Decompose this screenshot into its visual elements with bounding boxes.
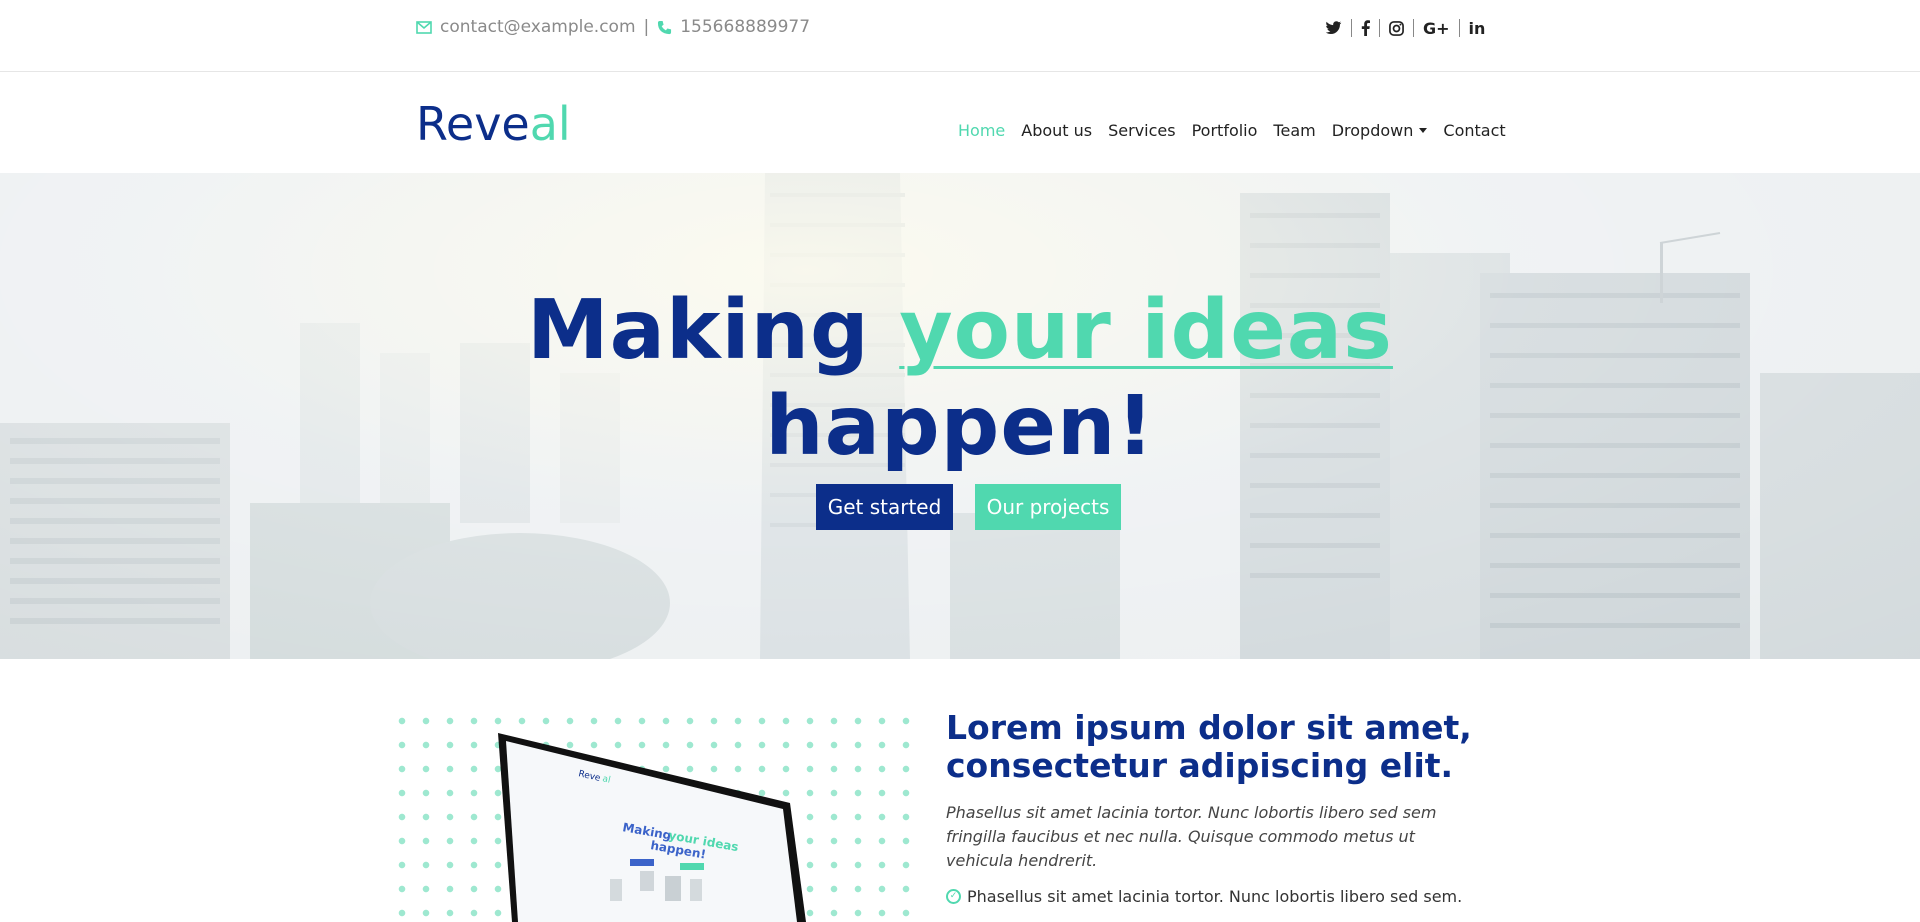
social-links: G+ in: [1316, 16, 1494, 40]
twitter-icon[interactable]: [1316, 16, 1351, 40]
nav-item-about[interactable]: About us: [1013, 121, 1100, 140]
linkedin-icon[interactable]: in: [1460, 16, 1495, 40]
nav-item-services[interactable]: Services: [1100, 121, 1183, 140]
check-circle-icon: ✓: [946, 888, 961, 904]
phone-icon: [657, 20, 672, 35]
brand-logo-main: Reve: [416, 97, 530, 151]
nav-item-portfolio[interactable]: Portfolio: [1184, 121, 1266, 140]
list-item-text: Phasellus sit amet lacinia tortor. Nunc …: [967, 886, 1463, 906]
our-projects-button[interactable]: Our projects: [975, 484, 1121, 530]
contact-phone[interactable]: 155668889977: [680, 17, 810, 37]
about-lead: Phasellus sit amet lacinia tortor. Nunc …: [946, 803, 1437, 870]
hero-section: Making your ideas happen! Get started Ou…: [0, 173, 1920, 659]
main-header: Reveal Home About us Services Portfolio …: [0, 73, 1920, 173]
main-nav: Home About us Services Portfolio Team Dr…: [950, 121, 1514, 140]
chevron-down-icon: [1419, 128, 1428, 133]
about-section: Reve al Making your ideas happen! Lorem …: [0, 659, 1920, 922]
brand-logo-accent: al: [529, 97, 571, 151]
instagram-icon[interactable]: [1380, 16, 1413, 40]
nav-item-home[interactable]: Home: [950, 121, 1013, 140]
top-bar: contact@example.com | 155668889977 G+ in: [0, 0, 1920, 72]
list-item: ✓ Phasellus sit amet lacinia tortor. Nun…: [946, 884, 1462, 908]
hero-title-end: happen!: [765, 379, 1155, 474]
about-feature-list: ✓ Phasellus sit amet lacinia tortor. Nun…: [946, 884, 1462, 918]
about-title: Lorem ipsum dolor sit amet, consectetur …: [946, 708, 1472, 785]
laptop-mockup-image: Reve al Making your ideas happen!: [498, 733, 806, 922]
facebook-icon[interactable]: [1352, 16, 1379, 40]
get-started-button[interactable]: Get started: [816, 484, 953, 530]
hero-title: Making your ideas happen!: [0, 283, 1920, 475]
nav-item-dropdown-label: Dropdown: [1331, 121, 1414, 140]
brand-logo[interactable]: Reveal: [416, 97, 571, 151]
hero-title-start: Making: [527, 283, 900, 378]
envelope-icon: [416, 20, 432, 34]
contact-info: contact@example.com | 155668889977: [416, 17, 810, 37]
hero-title-highlight: your ideas: [899, 283, 1393, 378]
contact-email[interactable]: contact@example.com: [440, 17, 636, 37]
google-plus-icon[interactable]: G+: [1414, 16, 1459, 40]
nav-item-team[interactable]: Team: [1265, 121, 1323, 140]
nav-item-contact[interactable]: Contact: [1435, 121, 1513, 140]
contact-separator: |: [643, 17, 650, 37]
nav-item-dropdown[interactable]: Dropdown: [1324, 121, 1436, 140]
